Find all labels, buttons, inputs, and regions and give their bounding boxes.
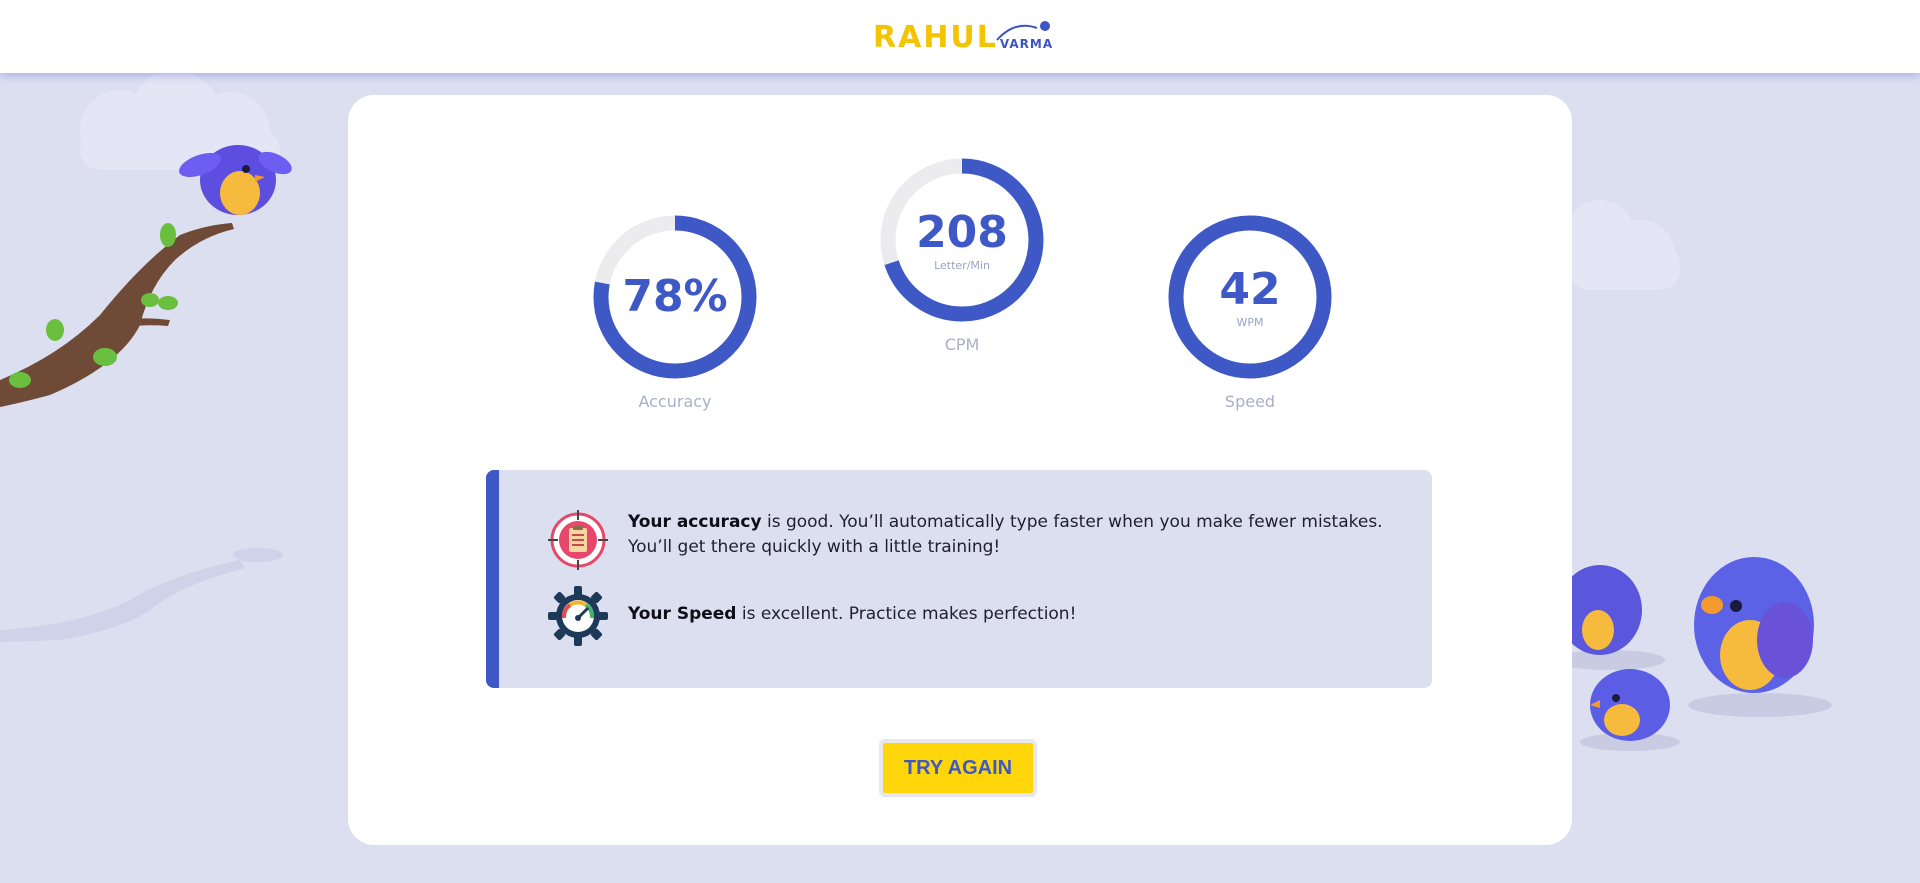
accuracy-feedback-text: Your accuracy is good. You’ll automatica…: [628, 510, 1388, 560]
branch-shadow-decoration: [0, 548, 283, 642]
try-again-button[interactable]: TRY AGAIN: [879, 739, 1037, 797]
site-logo[interactable]: RAHUL VARMA: [873, 16, 1053, 56]
branch-with-bird-illustration: [0, 145, 292, 407]
speed-feedback-row: Your Speed is excellent. Practice makes …: [548, 586, 1388, 646]
feedback-accent-bar: [486, 470, 499, 688]
speed-unit: WPM: [1236, 315, 1264, 329]
logo-main-text: RAHUL: [873, 20, 998, 55]
cloud-right-decoration: [1565, 200, 1680, 290]
accuracy-gauge: 78% Accuracy: [590, 212, 760, 411]
accuracy-caption: Accuracy: [638, 392, 712, 411]
cpm-gauge: 208 Letter/Min CPM: [877, 155, 1047, 354]
cpm-caption: CPM: [944, 335, 980, 354]
accuracy-feedback-bold: Your accuracy: [628, 512, 762, 532]
cpm-unit: Letter/Min: [934, 258, 990, 272]
speed-caption: Speed: [1224, 392, 1276, 411]
speed-feedback-text: Your Speed is excellent. Practice makes …: [628, 586, 1388, 627]
speed-feedback-body: is excellent. Practice makes perfection!: [736, 604, 1077, 624]
bird-group-illustration: [1560, 557, 1832, 751]
speed-gauge: 42 WPM Speed: [1165, 212, 1335, 411]
target-clipboard-icon: [548, 510, 608, 570]
feedback-panel: Your accuracy is good. You’ll automatica…: [486, 470, 1432, 688]
top-header: RAHUL VARMA: [0, 0, 1920, 73]
accuracy-value: 78%: [622, 271, 728, 322]
speed-value: 42: [1219, 263, 1281, 315]
accuracy-feedback-row: Your accuracy is good. You’ll automatica…: [548, 510, 1388, 570]
cpm-value: 208: [916, 206, 1008, 258]
logo-arc-icon: [996, 21, 1050, 41]
speed-feedback-bold: Your Speed: [628, 604, 737, 624]
results-card: 78% Accuracy 208 Letter/Min CPM 42 WPM S…: [348, 95, 1572, 845]
speedometer-gear-icon: [548, 586, 608, 646]
